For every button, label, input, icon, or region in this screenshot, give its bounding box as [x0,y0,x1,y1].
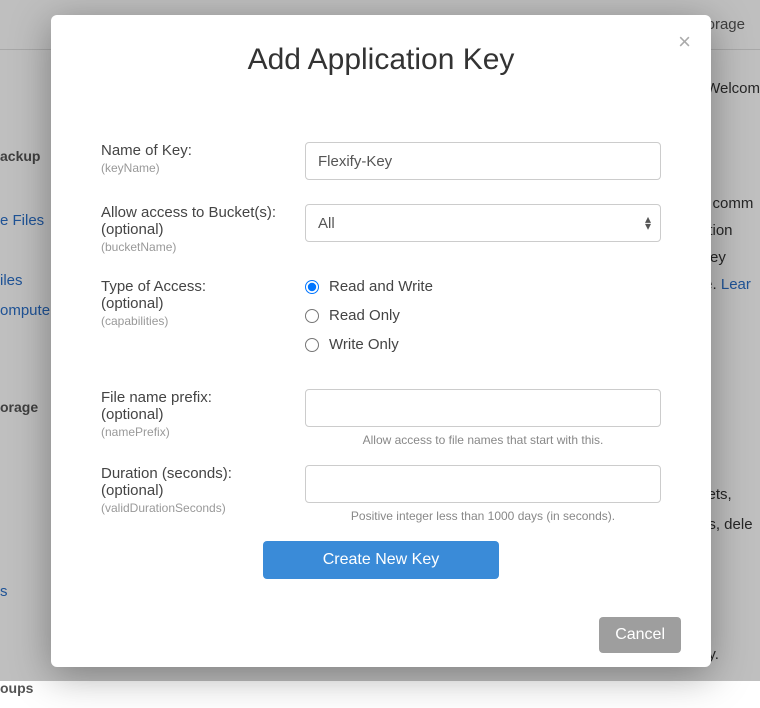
label-key-name: Name of Key: [101,142,293,159]
row-bucket-access: Allow access to Bucket(s): (optional) (b… [101,204,661,254]
add-app-key-modal: × Add Application Key Name of Key: (keyN… [51,15,711,667]
row-key-name: Name of Key: (keyName) [101,142,661,180]
create-key-button[interactable]: Create New Key [263,541,500,579]
label-duration: Duration (seconds): [101,465,293,482]
radio-rw-input[interactable] [305,280,319,294]
radio-read-write[interactable]: Read and Write [305,278,661,295]
radio-write-only[interactable]: Write Only [305,336,661,353]
modal-body: Name of Key: (keyName) Allow access to B… [51,97,711,599]
name-prefix-input[interactable] [305,389,661,427]
duration-input[interactable] [305,465,661,503]
bucket-select[interactable]: All [305,204,661,242]
modal-header: × Add Application Key [51,15,711,97]
row-name-prefix: File name prefix: (optional) (namePrefix… [101,389,661,447]
radio-read-only[interactable]: Read Only [305,307,661,324]
param-key-name: (keyName) [101,161,293,175]
cancel-button[interactable]: Cancel [599,617,681,653]
label-name-prefix: File name prefix: [101,389,293,406]
row-duration: Duration (seconds): (optional) (validDur… [101,465,661,523]
radio-rw-label: Read and Write [329,278,433,295]
param-duration: (validDurationSeconds) [101,501,293,515]
param-prefix: (namePrefix) [101,425,293,439]
label-access-optional: (optional) [101,295,293,312]
radio-ro-label: Read Only [329,307,400,324]
radio-wo-input[interactable] [305,338,319,352]
helper-duration: Positive integer less than 1000 days (in… [305,509,661,523]
label-bucket-access: Allow access to Bucket(s): [101,204,293,221]
key-name-input[interactable] [305,142,661,180]
label-access-type: Type of Access: [101,278,293,295]
radio-wo-label: Write Only [329,336,399,353]
helper-name-prefix: Allow access to file names that start wi… [305,433,661,447]
close-icon[interactable]: × [678,31,691,53]
param-bucket: (bucketName) [101,240,293,254]
label-bucket-optional: (optional) [101,221,293,238]
label-prefix-optional: (optional) [101,406,293,423]
label-duration-optional: (optional) [101,482,293,499]
modal-footer: Cancel [51,599,711,675]
param-access: (capabilities) [101,314,293,328]
modal-title: Add Application Key [71,43,691,77]
row-access-type: Type of Access: (optional) (capabilities… [101,278,661,365]
radio-ro-input[interactable] [305,309,319,323]
